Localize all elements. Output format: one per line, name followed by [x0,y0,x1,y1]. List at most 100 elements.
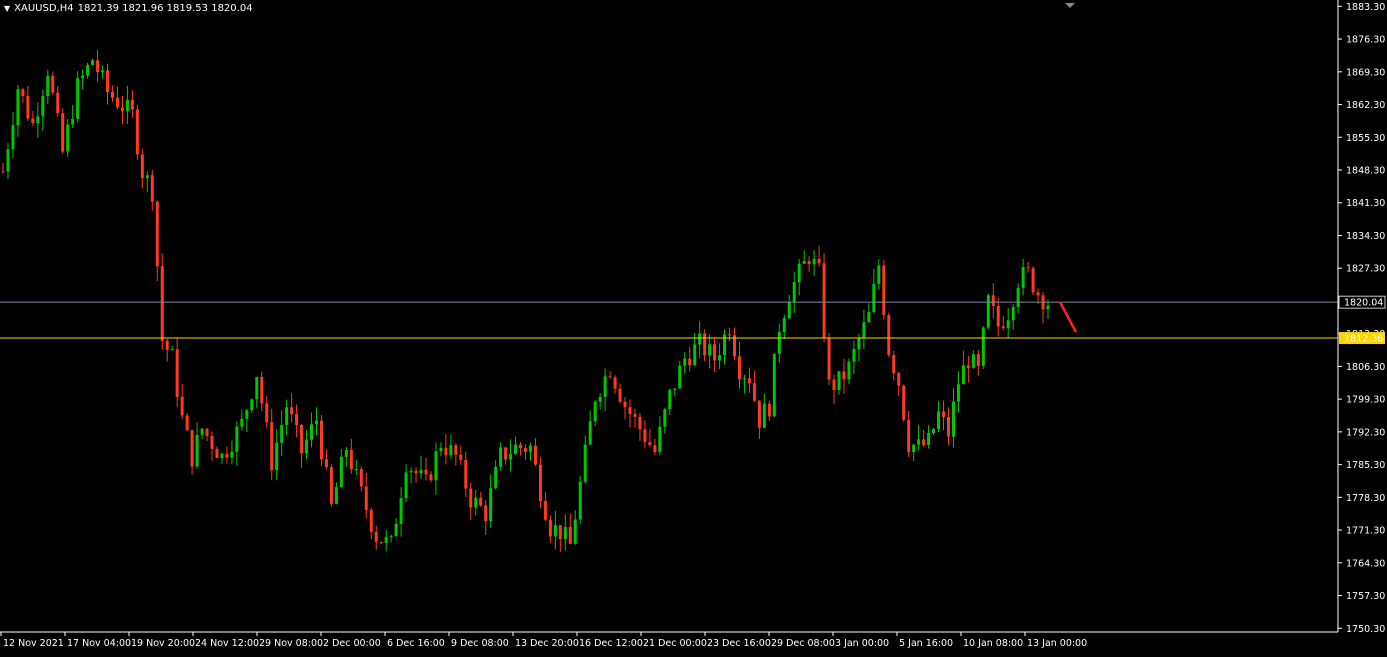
candle-body [389,536,393,538]
candle-body [842,371,846,380]
candle-body [424,469,428,475]
candle-body [41,96,45,117]
price-tick-label: 1785.30 [1346,460,1385,471]
candle-body [817,258,821,264]
candle-body [792,282,796,303]
candle-body [563,526,567,540]
candle-body [1006,320,1010,329]
candle-body [747,378,751,384]
candle-body [688,358,692,366]
candle-body [514,444,518,454]
time-tick-label: 10 Jan 08:00 [963,638,1023,649]
candle-body [135,109,139,155]
candle-body [86,64,90,76]
price-tick-label: 1827.30 [1346,264,1385,275]
candle-body [578,481,582,520]
price-chart[interactable]: 1883.30 1876.30 1869.30 1862.30 1855.30 1848.… [0,0,1387,657]
candle-body [986,295,990,328]
price-tick-label: 1834.30 [1346,231,1385,242]
candle-body [618,388,622,402]
candle-body [46,75,50,97]
candle-body [504,447,508,460]
time-tick-label: 19 Nov 20:00 [131,638,195,649]
candle-body [56,92,60,114]
candle-body [359,468,363,487]
candle-body [951,401,955,437]
candle-body [165,340,169,350]
candle-body [285,407,289,425]
down-arrow-icon [1058,301,1078,333]
candle-body [996,305,1000,327]
candle-body [782,318,786,333]
candle-body [344,449,348,457]
candle-body [394,523,398,537]
candle-body [71,118,75,125]
candle-body [76,78,80,119]
candle-body [588,421,592,445]
symbol-timeframe: XAUUSD,H4 [14,3,74,14]
candle-body [966,365,970,368]
candle-body [180,396,184,416]
candle-body [245,410,249,419]
price-tick-label: 1750.30 [1346,624,1385,635]
candle-body [762,403,766,428]
time-tick-label: 29 Nov 08:00 [259,638,323,649]
candle-body [583,444,587,482]
candle-body [61,113,65,152]
candle-body [31,118,35,124]
candle-body [961,365,965,385]
time-tick-label: 16 Dec 12:00 [579,638,643,649]
candle-body [66,124,70,152]
candle-body [548,519,552,537]
candle-body [319,420,323,460]
candle-body [528,445,532,452]
candle-body [643,429,647,443]
price-tick-label: 1757.30 [1346,591,1385,602]
candle-body [538,464,542,502]
candle-body [553,525,557,537]
dropdown-triangle-icon[interactable]: ▼ [4,4,10,13]
candle-body [384,536,388,544]
candle-body [812,258,816,265]
candle-body [459,454,463,460]
candle-body [598,396,602,402]
chart-shift-marker-icon [1065,3,1075,8]
candle-body [439,447,443,452]
candle-body [543,501,547,520]
candle-body [220,453,224,459]
candle-body [474,497,478,508]
candle-body [26,96,30,119]
candle-body [912,444,916,453]
candle-body [21,89,25,97]
candle-body [454,445,458,455]
candle-body [369,510,373,532]
candle-body [593,401,597,422]
candle-body [6,149,10,172]
candle-body [130,99,134,110]
candle-body [295,414,299,425]
candle-body [976,354,980,366]
candle-body [728,334,732,336]
candle-body [334,487,338,504]
candle-body [752,383,756,401]
candle-body [742,378,746,380]
candle-body [971,354,975,368]
candle-body [653,445,657,453]
candle-body [255,377,259,400]
candle-body [956,384,960,402]
candle-body [125,99,129,112]
candle-body [479,497,483,506]
candle-body [857,338,861,350]
candle-body [484,505,488,522]
candle-body [777,332,781,354]
candle-body [81,75,85,79]
candle-body [374,531,378,542]
time-tick-label: 24 Nov 12:00 [195,638,259,649]
time-tick-label: 13 Dec 20:00 [515,638,579,649]
candle-body [250,399,254,411]
level-price-tag-label: 1812.36 [1344,334,1383,345]
candle-body [802,261,806,264]
candle-body [573,519,577,544]
candle-body [140,154,144,179]
candle-body [867,311,871,323]
